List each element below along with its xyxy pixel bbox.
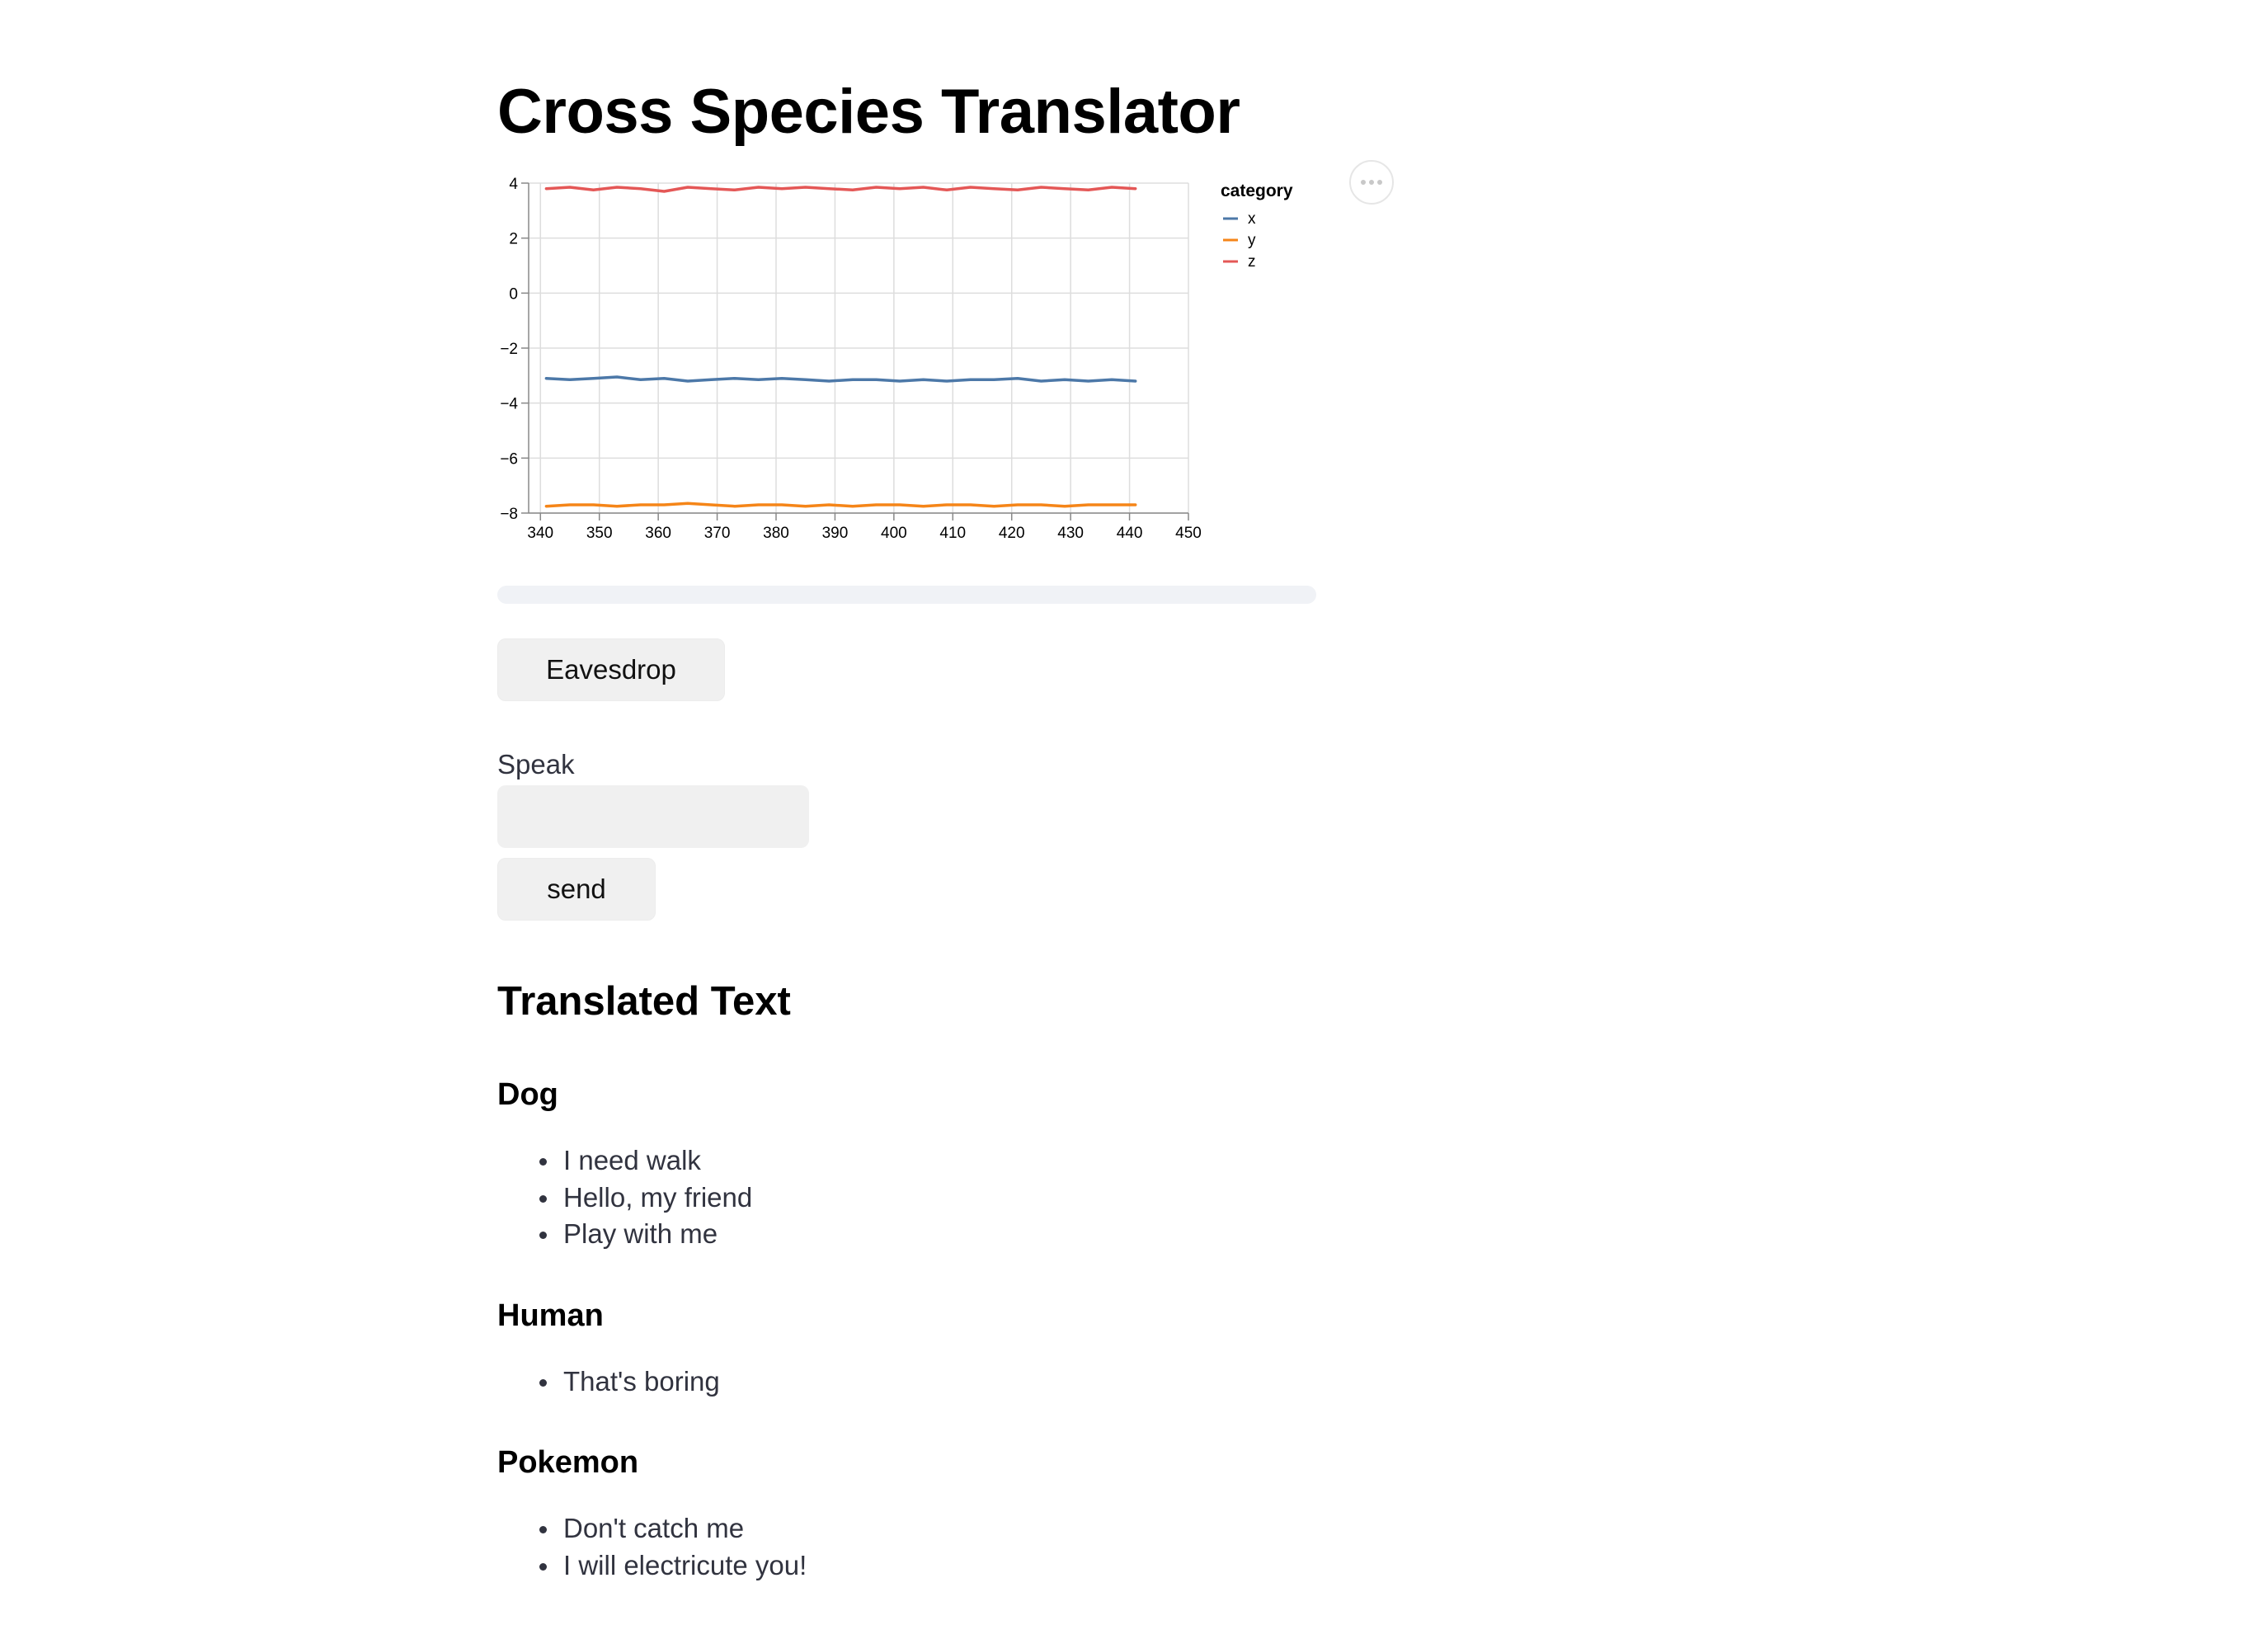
translated-text-heading: Translated Text — [497, 979, 791, 1024]
x-tick-label: 350 — [586, 525, 613, 542]
more-horizontal-icon — [1361, 180, 1366, 185]
more-horizontal-icon-dot — [1369, 180, 1374, 185]
list-item: Hello, my friend — [497, 1180, 752, 1217]
group-title-human: Human — [497, 1298, 604, 1333]
x-tick-label: 400 — [881, 525, 907, 542]
message-text: I need walk — [563, 1145, 701, 1175]
message-text: Don't catch me — [563, 1513, 745, 1543]
x-tick-label: 440 — [1117, 525, 1143, 542]
speak-input[interactable] — [497, 785, 809, 848]
legend-label-z: z — [1248, 253, 1256, 271]
more-horizontal-icon-dot — [1377, 180, 1382, 185]
x-tick-label: 370 — [704, 525, 731, 542]
chart-menu-button[interactable] — [1349, 160, 1394, 205]
list-item: That's boring — [497, 1364, 720, 1401]
list-item: Play with me — [497, 1216, 752, 1253]
message-list-pokemon: Don't catch me I will electricute you! — [497, 1510, 807, 1584]
series-line-x — [544, 375, 1137, 383]
bullet-icon — [539, 1158, 547, 1166]
list-item: I need walk — [497, 1142, 752, 1180]
y-tick-label: 4 — [509, 176, 518, 193]
bullet-icon — [539, 1526, 547, 1533]
message-text: Play with me — [563, 1218, 718, 1249]
app-page: Cross Species Translator 340 350 360 370 380… — [0, 0, 2268, 1625]
bullet-icon — [539, 1379, 547, 1387]
bullet-icon — [539, 1194, 547, 1203]
x-tick-label: 450 — [1175, 525, 1202, 542]
x-tick-label: 340 — [527, 525, 553, 542]
message-text: That's boring — [563, 1366, 720, 1397]
series-line-y — [544, 502, 1137, 508]
message-text: Hello, my friend — [563, 1181, 753, 1213]
y-tick-label: −6 — [500, 450, 518, 468]
list-item: I will electricute you! — [497, 1547, 807, 1585]
x-tick-label: 430 — [1057, 525, 1084, 542]
group-title-pokemon: Pokemon — [497, 1445, 639, 1480]
y-tick-label: −2 — [500, 341, 518, 358]
progress-bar — [497, 586, 1316, 604]
message-list-dog: I need walk Hello, my friend Play with m… — [497, 1142, 752, 1253]
x-tick-label: 360 — [645, 525, 671, 542]
legend-title: category — [1221, 181, 1293, 200]
message-list-human: That's boring — [497, 1364, 720, 1401]
line-chart: 340 350 360 370 380 390 400 410 420 430 440 450420−… — [500, 176, 1293, 542]
group-title-dog: Dog — [497, 1077, 558, 1112]
bullet-icon — [539, 1232, 547, 1239]
eavesdrop-button[interactable]: Eavesdrop — [497, 638, 725, 701]
series-line-z — [544, 186, 1137, 193]
message-text: I will electricute you! — [563, 1549, 807, 1580]
x-tick-label: 380 — [763, 525, 789, 542]
y-tick-label: 0 — [509, 285, 518, 303]
page-title: Cross Species Translator — [497, 77, 1240, 147]
send-button[interactable]: send — [497, 858, 656, 921]
chart-container: 340 350 360 370 380 390 400 410 420 430 440 450 4 2 0−… — [485, 165, 1392, 561]
bullet-icon — [539, 1562, 547, 1571]
y-tick-label: −8 — [500, 506, 518, 523]
legend-label-x: x — [1248, 210, 1256, 228]
x-tick-label: 390 — [822, 525, 849, 542]
y-tick-label: 2 — [509, 231, 518, 248]
y-tick-label: −4 — [500, 396, 518, 413]
list-item: Don't catch me — [497, 1510, 807, 1547]
x-tick-label: 420 — [999, 525, 1025, 542]
speak-label: Speak — [497, 749, 575, 780]
x-tick-label: 410 — [939, 525, 966, 542]
legend-label-y: y — [1248, 232, 1256, 249]
